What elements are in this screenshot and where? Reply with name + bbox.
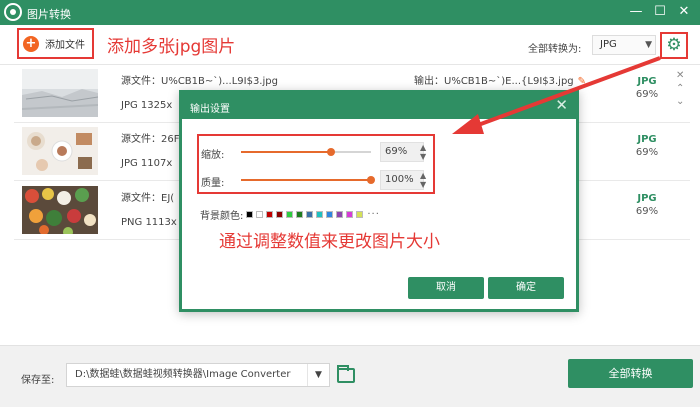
quality-slider[interactable] (241, 176, 375, 184)
row-chevron-down-icon[interactable]: ⌄ (676, 95, 684, 108)
row-close-icon[interactable]: ✕ (676, 69, 684, 82)
file-thumbnail (22, 186, 98, 234)
quality-slider-fill (241, 179, 371, 181)
ok-button[interactable]: 确定 (488, 277, 564, 299)
output-filename: 输出：U%CB1B~`)E...{L9I$3.jpg ✎ (414, 72, 586, 87)
source-filename: 源文件：U%CB1B~`)...L9I$3.jpg (121, 76, 278, 87)
minimize-button[interactable]: — (627, 3, 645, 21)
file-thumbnail (22, 127, 98, 175)
color-swatch[interactable] (256, 211, 264, 218)
title-bar: 图片转换 — ☐ ✕ (0, 0, 700, 25)
scale-label: 缩放: (201, 150, 225, 161)
file-meta: PNG 1113x (121, 217, 177, 228)
scale-value-input[interactable]: 69% (380, 142, 424, 162)
badge-quality: 69% (635, 206, 659, 217)
color-swatch[interactable] (286, 211, 294, 218)
color-swatch[interactable] (246, 211, 254, 218)
bg-swatches (243, 211, 364, 218)
annotation-adjust-values: 通过调整数值来更改图片大小 (219, 232, 440, 252)
save-path-select[interactable]: D:\数据蛙\数据蛙视频转换器\Image Converter ▼ (66, 363, 330, 387)
cancel-button[interactable]: 取消 (408, 277, 484, 299)
color-swatch[interactable] (356, 211, 364, 218)
file-meta: JPG 1107x (121, 158, 173, 169)
dialog-body: 缩放: 69% ▲ ▼ 质量: 100% ▲ ▼ 背景颜色: ··· 通过调整数… (182, 119, 576, 309)
more-colors-icon[interactable]: ··· (367, 209, 380, 220)
scale-slider-handle[interactable] (326, 148, 335, 156)
dialog-title: 输出设置 (190, 104, 230, 115)
quality-row: 质量: 100% ▲ ▼ (199, 168, 433, 192)
output-filename-text: 输出：U%CB1B~`)E...{L9I$3.jpg (414, 76, 574, 87)
convert-all-button[interactable]: 全部转换 (568, 359, 693, 388)
chevron-down-icon: ▼ (645, 40, 652, 50)
scale-slider[interactable] (241, 148, 371, 156)
plus-icon: + (23, 35, 39, 52)
scale-spinner[interactable]: ▲ ▼ (420, 143, 426, 161)
scale-slider-fill (241, 151, 331, 153)
dialog-close-icon[interactable]: ✕ (555, 96, 568, 114)
toolbar: + 添加文件 添加多张jpg图片 全部转换为: JPG ▼ (0, 25, 700, 65)
row-chevron-up-icon[interactable]: ⌃ (676, 82, 684, 95)
source-filename: 源文件：EJ( (121, 193, 175, 204)
badge-format: JPG (637, 193, 657, 204)
dialog-header: 输出设置 ✕ (182, 93, 576, 119)
chevron-down-icon[interactable]: ▼ (307, 364, 329, 386)
output-format-badge[interactable]: JPG 69% (633, 134, 661, 158)
background-color-row: 背景颜色: ··· (200, 207, 380, 222)
bg-color-label: 背景颜色: (200, 211, 244, 222)
output-format-badge[interactable]: JPG 69% (633, 76, 661, 100)
color-swatch[interactable] (316, 211, 324, 218)
spin-up-icon[interactable]: ▲ (420, 171, 426, 180)
file-meta: JPG 1325x (121, 100, 173, 111)
gear-icon: ⚙ (666, 35, 682, 55)
spin-up-icon[interactable]: ▲ (420, 143, 426, 152)
app-logo-icon (4, 3, 22, 21)
format-select-value: JPG (600, 39, 617, 50)
quality-label: 质量: (201, 178, 225, 189)
edit-pencil-icon[interactable]: ✎ (578, 76, 586, 87)
sliders-highlight: 缩放: 69% ▲ ▼ 质量: 100% ▲ ▼ (197, 134, 435, 194)
quality-value-input[interactable]: 100% (380, 170, 424, 190)
add-file-label: 添加文件 (45, 40, 85, 51)
convert-all-to-label: 全部转换为: (528, 44, 582, 55)
spin-down-icon[interactable]: ▼ (420, 180, 426, 189)
badge-quality: 69% (635, 89, 659, 100)
badge-format: JPG (637, 134, 657, 145)
output-format-badge[interactable]: JPG 69% (633, 193, 661, 217)
folder-icon[interactable] (337, 365, 355, 383)
save-path-value: D:\数据蛙\数据蛙视频转换器\Image Converter (75, 369, 291, 380)
window-title: 图片转换 (27, 8, 71, 21)
annotation-add-jpg: 添加多张jpg图片 (107, 37, 236, 57)
color-swatch[interactable] (296, 211, 304, 218)
save-to-label: 保存至: (21, 375, 55, 386)
format-select[interactable]: JPG ▼ (592, 35, 656, 55)
color-swatch[interactable] (346, 211, 354, 218)
quality-spinner[interactable]: ▲ ▼ (420, 171, 426, 189)
color-swatch[interactable] (336, 211, 344, 218)
close-button[interactable]: ✕ (675, 3, 693, 21)
source-filename: 源文件：26F (121, 134, 180, 145)
maximize-button[interactable]: ☐ (651, 3, 669, 21)
bottom-bar: 保存至: D:\数据蛙\数据蛙视频转换器\Image Converter ▼ 全… (0, 345, 700, 407)
quality-slider-handle[interactable] (367, 176, 375, 184)
row-controls: ✕ ⌃ ⌄ (676, 66, 684, 108)
color-swatch[interactable] (276, 211, 284, 218)
output-settings-dialog: 输出设置 ✕ 缩放: 69% ▲ ▼ 质量: 100% ▲ ▼ 背景颜色: ··… (179, 90, 579, 312)
add-file-button[interactable]: + 添加文件 (17, 28, 94, 59)
settings-gear-button[interactable]: ⚙ (660, 32, 688, 59)
color-swatch[interactable] (306, 211, 314, 218)
file-thumbnail (22, 69, 98, 117)
color-swatch[interactable] (266, 211, 274, 218)
color-swatch[interactable] (326, 211, 334, 218)
spin-down-icon[interactable]: ▼ (420, 152, 426, 161)
badge-format: JPG (637, 76, 657, 87)
badge-quality: 69% (635, 147, 659, 158)
scale-row: 缩放: 69% ▲ ▼ (199, 140, 433, 164)
